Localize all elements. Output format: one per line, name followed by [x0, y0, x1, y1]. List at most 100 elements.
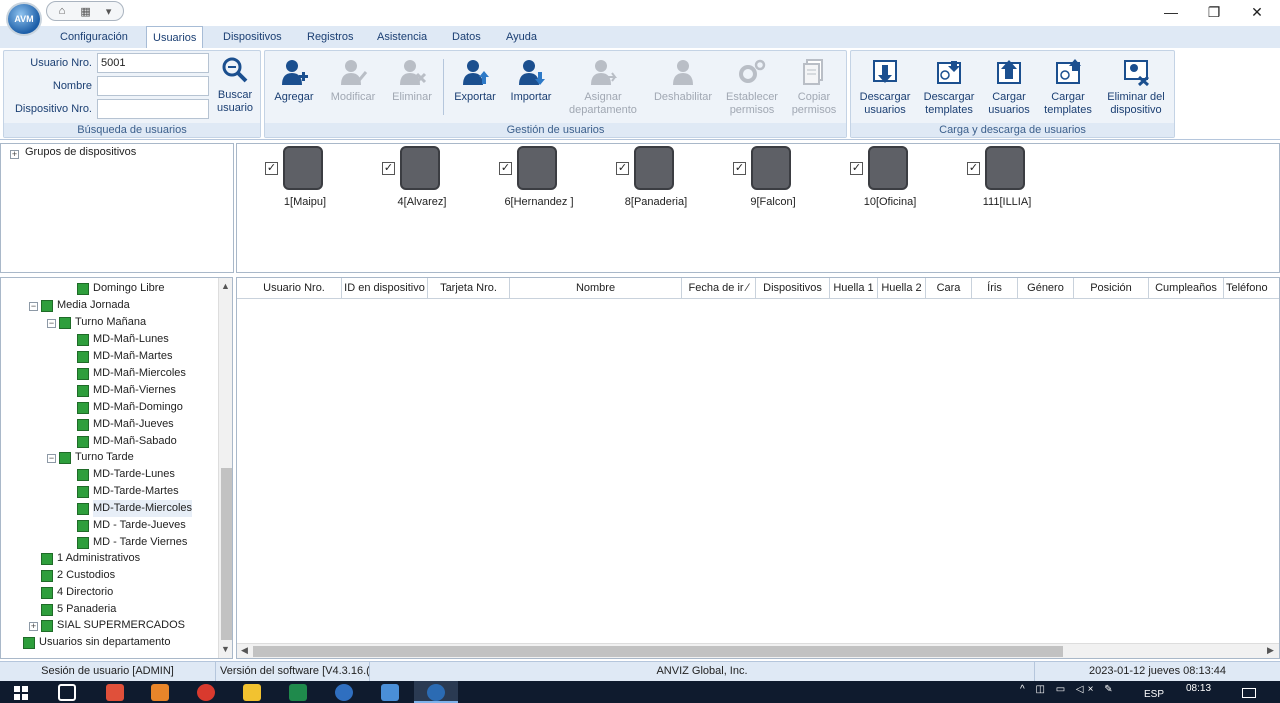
device-checkbox[interactable]: ✓ [265, 162, 278, 175]
search-user-button[interactable]: Buscar usuario [211, 55, 259, 125]
chrome-icon[interactable] [197, 684, 215, 701]
upload-templates-button[interactable]: Cargar templates [1041, 57, 1095, 127]
window-app-icon[interactable] [381, 684, 399, 701]
tree-node[interactable]: MD-Mañ-Lunes [77, 331, 169, 348]
tree-node[interactable]: Usuarios sin departamento [23, 634, 170, 651]
column-header[interactable]: Usuario Nro. [247, 278, 342, 298]
device-item[interactable]: ✓ 10[Oficina] [850, 146, 960, 210]
tree-node[interactable]: 2 Custodios [41, 567, 115, 584]
task-view-icon[interactable] [58, 684, 76, 701]
dropdown-icon[interactable]: ▾ [106, 5, 112, 18]
scroll-left-icon[interactable]: ◀ [241, 645, 248, 656]
tab-ayuda[interactable]: Ayuda [500, 26, 543, 48]
tree-node[interactable]: MD-Mañ-Domingo [77, 399, 183, 416]
tree-node[interactable]: 1 Administrativos [41, 550, 140, 567]
tree-node[interactable]: Turno Mañana [59, 314, 146, 331]
tree-node[interactable]: Media Jornada [41, 297, 130, 314]
device-checkbox[interactable]: ✓ [850, 162, 863, 175]
download-templates-button[interactable]: Descargar templates [919, 57, 979, 127]
tab-usuarios[interactable]: Usuarios [146, 26, 204, 48]
minimize-button[interactable]: — [1151, 2, 1191, 22]
column-header[interactable]: Posición [1074, 278, 1149, 298]
browser-icon[interactable] [335, 684, 353, 701]
tree-expander[interactable]: + [29, 622, 38, 631]
column-header[interactable]: Género [1018, 278, 1074, 298]
tree-node[interactable]: 4 Directorio [41, 584, 113, 601]
grid-scroll-thumb[interactable] [253, 646, 1063, 657]
user-no-input[interactable] [97, 53, 209, 73]
column-header[interactable]: Teléfono [1224, 278, 1279, 298]
column-header[interactable]: Fecha de ir ⁄ [682, 278, 756, 298]
device-checkbox[interactable]: ✓ [382, 162, 395, 175]
active-app-slot[interactable] [414, 681, 458, 703]
app-logo[interactable]: AVM [6, 2, 42, 36]
tab-registros[interactable]: Registros [301, 26, 359, 48]
app-icon[interactable] [106, 684, 124, 701]
device-groups-label[interactable]: Grupos de dispositivos [25, 146, 136, 158]
delete-user-button[interactable]: Eliminar [387, 57, 437, 127]
excel-icon[interactable] [289, 684, 307, 701]
scroll-down-icon[interactable]: ▼ [221, 644, 230, 654]
tree-node-selected[interactable]: MD-Tarde-Miercoles [77, 500, 193, 517]
export-user-button[interactable]: Exportar [449, 57, 501, 127]
file-explorer-icon[interactable] [243, 684, 261, 701]
tab-configuracion[interactable]: Configuración [54, 26, 134, 48]
outlook-icon[interactable] [151, 684, 169, 701]
device-item[interactable]: ✓ 1[Maipu] [265, 146, 375, 210]
tree-node[interactable]: MD-Mañ-Viernes [77, 382, 176, 399]
column-header[interactable]: Nombre [510, 278, 682, 298]
notifications-icon[interactable] [1242, 688, 1256, 698]
tree-node[interactable]: MD-Tarde-Lunes [77, 466, 175, 483]
tree-scroll-thumb[interactable] [221, 468, 232, 640]
tree-expander[interactable]: − [47, 319, 56, 328]
column-header[interactable]: Cara [926, 278, 972, 298]
device-item[interactable]: ✓ 111[ILLIA] [967, 146, 1077, 210]
download-users-button[interactable]: Descargar usuarios [855, 57, 915, 127]
name-input[interactable] [97, 76, 209, 96]
tree-node[interactable]: Turno Tarde [59, 449, 134, 466]
column-header[interactable]: Tarjeta Nro. [428, 278, 510, 298]
grid-horizontal-scrollbar[interactable]: ◀ ▶ [237, 643, 1279, 658]
tree-expander[interactable]: − [47, 454, 56, 463]
scroll-up-icon[interactable]: ▲ [221, 281, 230, 291]
copy-permissions-button[interactable]: Copiar permisos [785, 57, 843, 127]
close-button[interactable]: ✕ [1237, 2, 1277, 22]
tree-node[interactable]: Domingo Libre [77, 280, 165, 297]
tab-dispositivos[interactable]: Dispositivos [217, 26, 288, 48]
column-header[interactable]: Dispositivos [756, 278, 830, 298]
delete-from-device-button[interactable]: Eliminar del dispositivo [1101, 57, 1171, 127]
system-tray-icons[interactable]: ^ ◫ ▭ ◁× ✎ [1020, 684, 1117, 695]
device-checkbox[interactable]: ✓ [616, 162, 629, 175]
tree-node[interactable]: MD-Mañ-Jueves [77, 416, 174, 433]
upload-users-button[interactable]: Cargar usuarios [983, 57, 1035, 127]
device-item[interactable]: ✓ 8[Panaderia] [616, 146, 726, 210]
clock[interactable]: 08:13 [1186, 683, 1211, 694]
column-header[interactable]: Huella 1 [830, 278, 878, 298]
device-checkbox[interactable]: ✓ [733, 162, 746, 175]
tree-scrollbar[interactable]: ▲ ▼ [218, 278, 232, 658]
column-header[interactable]: Cumpleaños [1149, 278, 1224, 298]
tree-node[interactable]: MD-Mañ-Martes [77, 348, 172, 365]
device-groups-expander[interactable]: + [10, 150, 19, 159]
tree-node[interactable]: SIAL SUPERMERCADOS [41, 617, 185, 634]
tab-datos[interactable]: Datos [446, 26, 487, 48]
language-indicator[interactable]: ESP [1144, 689, 1164, 700]
device-item[interactable]: ✓ 4[Alvarez] [382, 146, 492, 210]
column-header[interactable]: ID en dispositivo [342, 278, 428, 298]
devices-icon[interactable]: ▦ [80, 5, 90, 18]
add-user-button[interactable]: Agregar [269, 57, 319, 127]
import-user-button[interactable]: Importar [505, 57, 557, 127]
modify-user-button[interactable]: Modificar [325, 57, 381, 127]
tree-node[interactable]: MD-Mañ-Sabado [77, 433, 177, 450]
tree-expander[interactable]: − [29, 302, 38, 311]
device-checkbox[interactable]: ✓ [499, 162, 512, 175]
tree-node[interactable]: MD - Tarde Viernes [77, 534, 187, 551]
tree-node[interactable]: MD-Mañ-Miercoles [77, 365, 186, 382]
device-checkbox[interactable]: ✓ [967, 162, 980, 175]
tree-node[interactable]: MD-Tarde-Martes [77, 483, 179, 500]
tab-asistencia[interactable]: Asistencia [371, 26, 433, 48]
home-icon[interactable]: ⌂ [59, 5, 66, 17]
device-item[interactable]: ✓ 9[Falcon] [733, 146, 843, 210]
assign-department-button[interactable]: Asignar departamento [563, 57, 643, 127]
column-header[interactable]: Huella 2 [878, 278, 926, 298]
